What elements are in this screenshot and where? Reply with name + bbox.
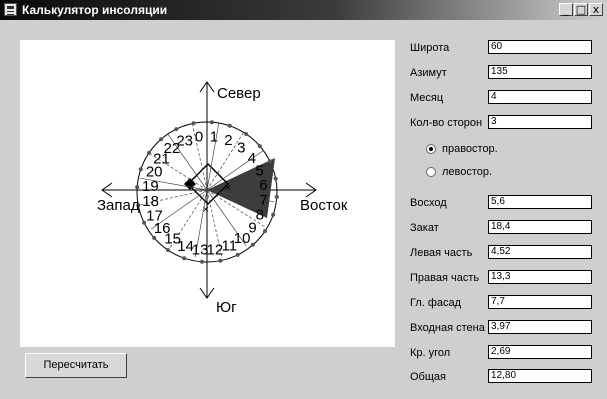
hour-label: 3 — [237, 140, 245, 157]
sun-path-dot — [273, 176, 278, 181]
left-side-radio-label: левостор. — [442, 166, 493, 178]
sun-path-dot — [218, 258, 223, 263]
sunset-label: Закат — [410, 222, 439, 234]
sun-path-dot — [200, 259, 205, 264]
hour-label: 13 — [192, 242, 209, 259]
entrance-wall-label: Входная стена — [410, 322, 485, 334]
recalculate-button[interactable]: Пересчитать — [25, 353, 127, 378]
label-east: Восток — [300, 197, 348, 214]
label-north: Север — [217, 85, 261, 102]
sun-path-dot — [165, 248, 170, 252]
building-marker — [184, 178, 196, 190]
sun-path-dot — [263, 229, 267, 234]
sun-path-dot — [191, 121, 196, 126]
sunset-field[interactable]: 18,4 — [488, 220, 592, 234]
critical-angle-field[interactable]: 2,69 — [488, 345, 592, 359]
hour-label: 0 — [195, 129, 203, 146]
title-bar: Калькулятор инсоляции _ □ x — [0, 0, 607, 20]
sun-path-dot — [227, 123, 232, 128]
sun-path-dot — [209, 120, 214, 125]
entrance-wall-field[interactable]: 3,97 — [488, 320, 592, 334]
main-facade-label: Гл. фасад — [410, 297, 462, 309]
critical-angle-label: Кр. угол — [410, 347, 451, 359]
label-west: Запад — [97, 197, 140, 214]
minimize-button[interactable]: _ — [559, 3, 573, 16]
sun-path-dot — [274, 194, 279, 199]
sun-path-dot — [159, 137, 164, 142]
latitude-label: Широта — [410, 42, 450, 54]
sun-path-dot — [174, 127, 179, 132]
hour-label: 19 — [142, 178, 159, 195]
latitude-field[interactable]: 60 — [488, 40, 592, 54]
app-icon — [4, 3, 17, 16]
left-part-label: Левая часть — [410, 247, 473, 259]
right-part-label: Правая часть — [410, 272, 480, 284]
azimuth-label: Азимут — [410, 67, 447, 79]
sun-path-dot — [267, 159, 272, 164]
hour-label: 2 — [224, 132, 232, 149]
sunrise-label: Восход — [410, 197, 447, 209]
hour-label: 23 — [176, 133, 193, 150]
sides-count-label: Кол-во сторон — [410, 117, 483, 129]
month-field[interactable]: 4 — [488, 90, 592, 104]
month-label: Месяц — [410, 92, 444, 104]
sun-path-dot — [244, 132, 249, 136]
sun-path-dot — [271, 212, 276, 217]
diagram-svg: × × 0 1 2 345678910111213141516171819202122… — [97, 81, 348, 316]
sun-path-dot — [257, 144, 262, 149]
maximize-button[interactable]: □ — [574, 3, 588, 16]
total-label: Общая — [410, 371, 446, 383]
main-facade-field[interactable]: 7,7 — [488, 295, 592, 309]
left-side-radio[interactable] — [426, 167, 436, 177]
hour-label: 18 — [142, 193, 159, 210]
label-south: Юг — [216, 299, 237, 316]
total-field[interactable]: 12,80 — [488, 369, 592, 383]
sun-path-dot — [250, 242, 255, 247]
hour-label: 8 — [256, 206, 264, 223]
hour-label: 1 — [210, 128, 218, 145]
left-part-field[interactable]: 4,52 — [488, 245, 592, 259]
right-side-radio-label: правостор. — [442, 143, 498, 155]
close-button[interactable]: x — [589, 3, 603, 16]
sun-path-dot — [135, 185, 140, 190]
sun-path-dot — [147, 150, 151, 155]
sunrise-field[interactable]: 5,6 — [488, 195, 592, 209]
building-cross-1: × — [224, 183, 232, 193]
right-side-radio[interactable] — [426, 144, 436, 154]
hour-label: 12 — [207, 241, 224, 258]
sun-path-dot — [182, 256, 187, 261]
right-part-field[interactable]: 13,3 — [488, 270, 592, 284]
hour-label: 11 — [222, 238, 238, 255]
azimuth-field[interactable]: 135 — [488, 65, 592, 79]
sides-count-field[interactable]: 3 — [488, 115, 592, 129]
insolation-diagram: × × 0 1 2 3 4 5 6 7 8 9 10 11 12 13 14 15 16 17 18 19 20 21 22… — [20, 40, 395, 347]
window-title: Калькулятор инсоляции — [22, 3, 168, 17]
sun-path-dot — [138, 167, 143, 172]
